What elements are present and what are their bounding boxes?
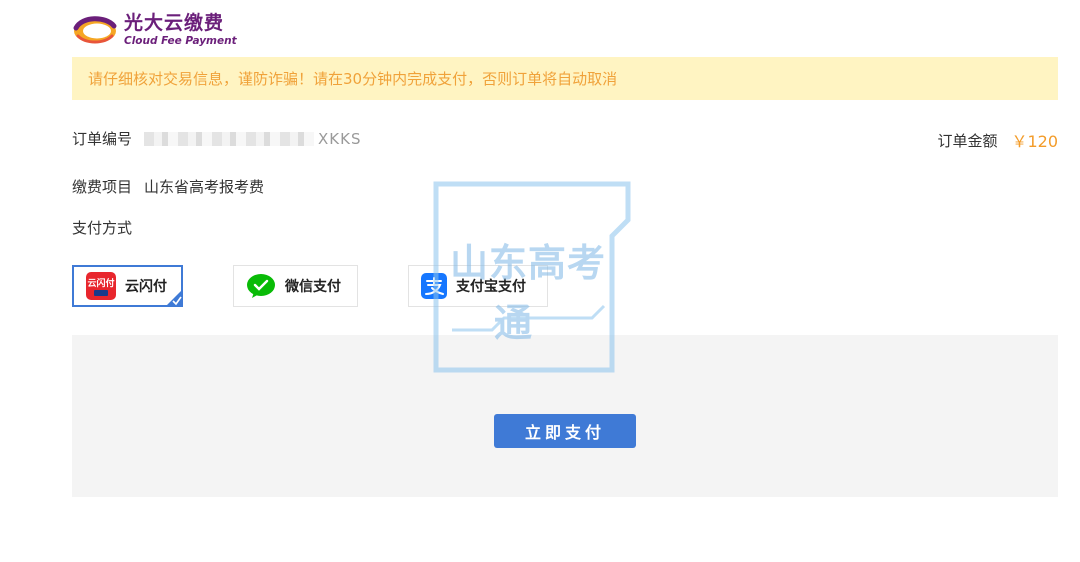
order-amount-row: 订单金额 ￥120 [937,128,1058,152]
unionpay-icon: 云闪付 [86,272,116,300]
alipay-label: 支付宝支付 [456,279,526,295]
brand-header: 光大云缴费 Cloud Fee Payment [72,10,237,50]
unionpay-icon-text: 云闪付 [87,277,114,289]
payment-item-label: 缴费项目 [72,178,133,196]
unionpay-option[interactable]: 云闪付 云闪付 [72,265,183,307]
brand-name-en: Cloud Fee Payment [124,34,237,47]
payment-method-row: 支付方式 [72,217,144,238]
payment-item-value: 山东省高考报考费 [144,178,265,196]
order-amount-value: ￥120 [1011,132,1058,151]
order-amount-label: 订单金额 [937,131,998,150]
payment-options: 云闪付 云闪付 微信支付 支付宝支付 [72,265,598,307]
alipay-option[interactable]: 支付宝支付 [408,265,548,307]
pay-now-button[interactable]: 立即支付 [494,414,636,448]
order-number-row: 订单编号 XKKS [72,128,362,149]
wechat-pay-label: 微信支付 [285,279,341,295]
cloud-logo-icon [72,14,118,46]
alipay-icon [421,273,447,299]
security-notice-text: 请仔细核对交易信息，谨防诈骗！请在30分钟内完成支付，否则订单将自动取消 [88,70,618,88]
order-number-label: 订单编号 [72,130,133,148]
wechat-pay-icon [246,273,276,299]
redacted-order-number [144,131,315,146]
brand-name: 光大云缴费 Cloud Fee Payment [124,11,237,47]
payment-item-row: 缴费项目 山东省高考报考费 [72,176,264,197]
payment-method-label: 支付方式 [72,219,133,237]
order-number-value: XKKS [318,129,362,148]
brand-name-cn: 光大云缴费 [124,11,225,34]
selected-check-icon [166,290,182,306]
wechat-pay-option[interactable]: 微信支付 [233,265,358,307]
security-notice: 请仔细核对交易信息，谨防诈骗！请在30分钟内完成支付，否则订单将自动取消 [72,57,1058,100]
unionpay-label: 云闪付 [125,279,167,295]
